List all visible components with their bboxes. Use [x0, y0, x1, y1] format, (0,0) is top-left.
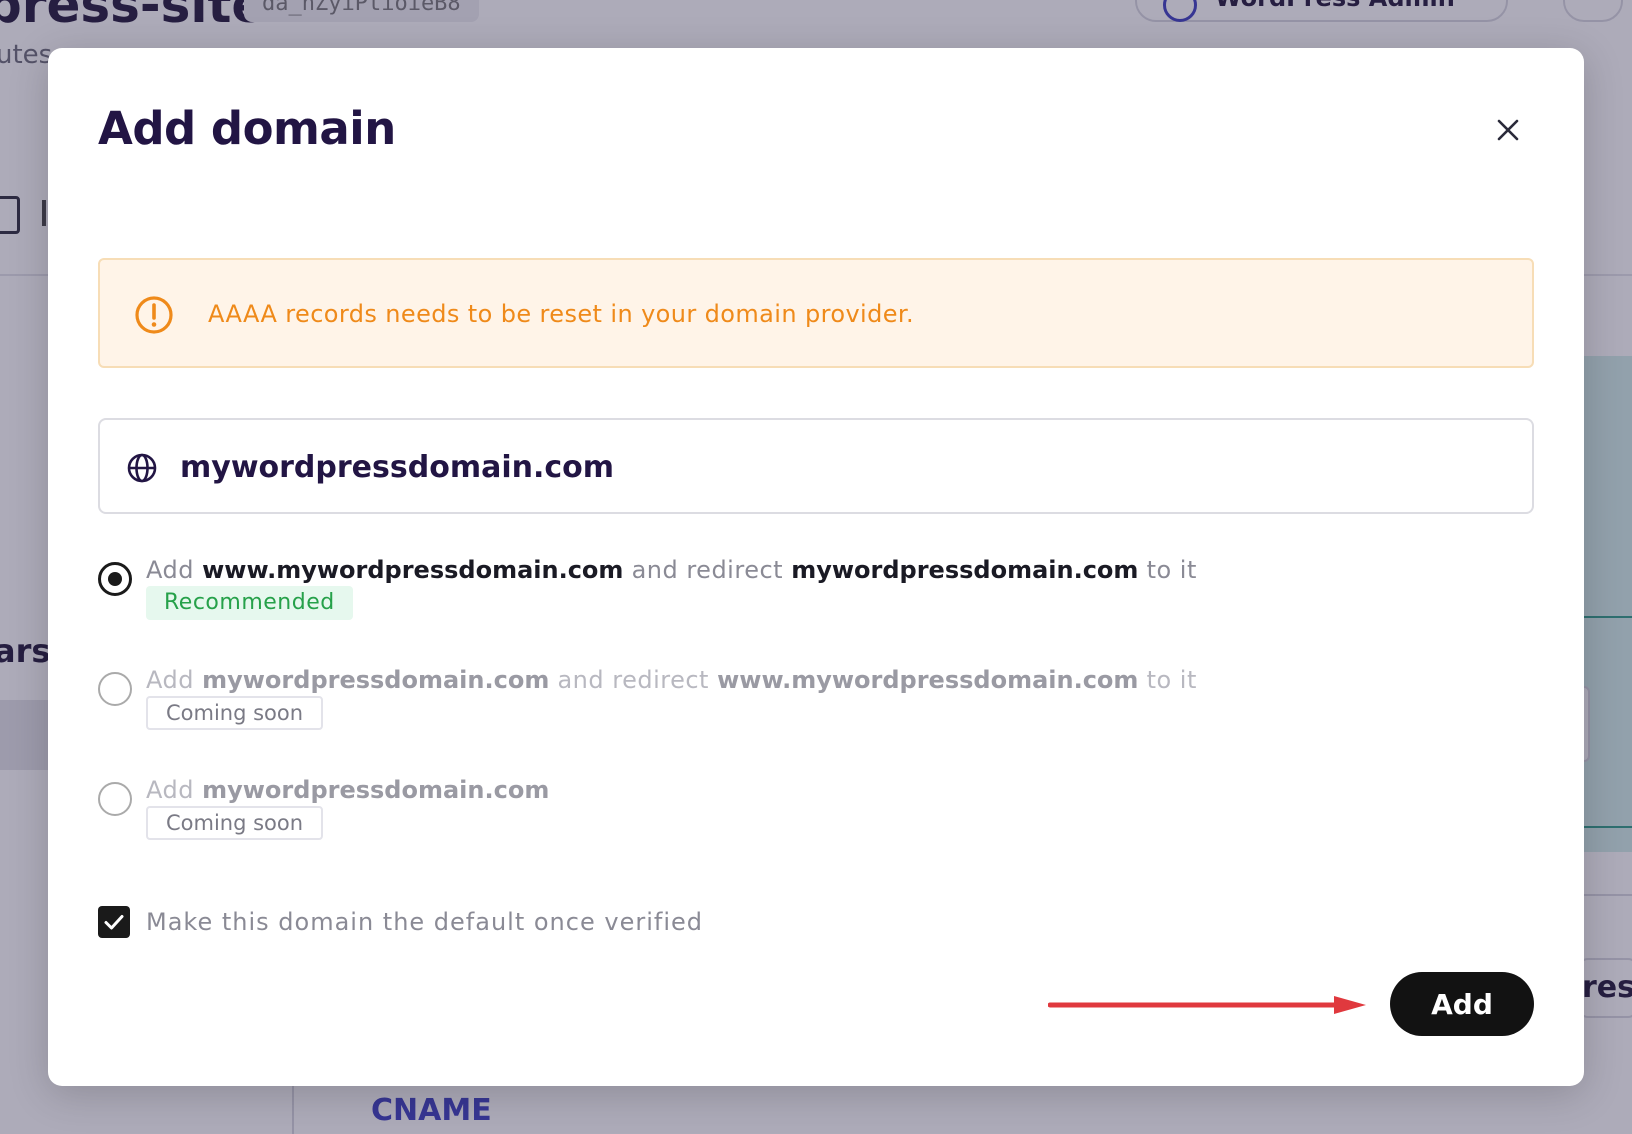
option-1-to-it: to it [1146, 556, 1197, 584]
checkmark-icon [104, 915, 124, 930]
option-1-redirect-word: and redirect [631, 556, 784, 584]
option-1-text: Add www.mywordpressdomain.com and redire… [146, 556, 1197, 584]
option-3-primary-domain: mywordpressdomain.com [202, 776, 550, 804]
domain-input[interactable] [180, 440, 1510, 494]
option-2-primary-domain: mywordpressdomain.com [202, 666, 550, 694]
default-domain-checkbox-row[interactable]: Make this domain the default once verifi… [98, 904, 898, 944]
coming-soon-badge: Coming soon [146, 696, 324, 730]
option-3-text: Add mywordpressdomain.com [146, 776, 549, 804]
coming-soon-badge: Coming soon [146, 806, 324, 840]
option-1-secondary-domain: mywordpressdomain.com [791, 556, 1139, 584]
add-button[interactable]: Add [1390, 972, 1534, 1036]
option-2-text: Add mywordpressdomain.com and redirect w… [146, 666, 1197, 694]
add-domain-modal: Add domain AAAA records needs to be rese… [48, 48, 1584, 1086]
close-icon [1497, 119, 1519, 141]
domain-option-apex-redirect[interactable]: Add mywordpressdomain.com and redirect w… [98, 666, 1298, 746]
domain-field[interactable] [98, 418, 1534, 514]
option-2-secondary-domain: www.mywordpressdomain.com [717, 666, 1139, 694]
option-3-add-word: Add [146, 776, 194, 804]
radio-option-2[interactable] [98, 672, 132, 706]
recommended-badge: Recommended [146, 586, 353, 620]
domain-option-apex-only[interactable]: Add mywordpressdomain.com Coming soon [98, 776, 1298, 856]
domain-option-www-redirect[interactable]: Add www.mywordpressdomain.com and redire… [98, 556, 1298, 636]
option-1-primary-domain: www.mywordpressdomain.com [202, 556, 624, 584]
alert-message: AAAA records needs to be reset in your d… [208, 300, 915, 328]
radio-option-1[interactable] [98, 562, 132, 596]
modal-title: Add domain [98, 102, 396, 155]
warning-alert: AAAA records needs to be reset in your d… [98, 258, 1534, 368]
default-domain-checkbox[interactable] [98, 906, 130, 938]
default-domain-label: Make this domain the default once verifi… [146, 908, 703, 936]
option-2-add-word: Add [146, 666, 194, 694]
option-2-to-it: to it [1146, 666, 1197, 694]
warning-circle-icon [135, 296, 173, 334]
annotation-arrow-icon [1048, 996, 1366, 1014]
option-2-redirect-word: and redirect [557, 666, 709, 694]
radio-option-3[interactable] [98, 782, 132, 816]
globe-icon [127, 453, 157, 483]
option-1-add-word: Add [146, 556, 194, 584]
close-button[interactable] [1486, 108, 1530, 152]
